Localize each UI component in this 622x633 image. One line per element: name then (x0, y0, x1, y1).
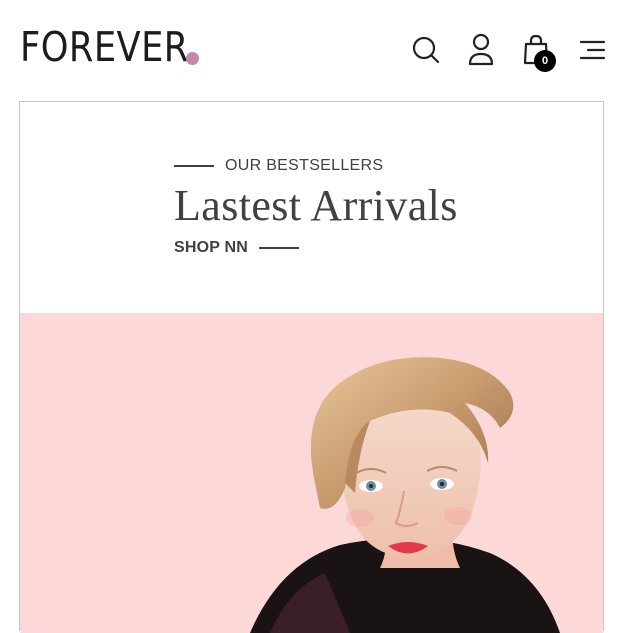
hero-title: Lastest Arrivals (174, 181, 458, 230)
menu-button[interactable] (576, 32, 608, 68)
hero-image (20, 313, 603, 633)
hero-eyebrow: OUR BESTSELLERS (225, 157, 384, 174)
eyebrow-divider (174, 165, 214, 167)
search-button[interactable] (410, 32, 442, 68)
user-icon (468, 33, 494, 66)
eyebrow-row: OUR BESTSELLERS (174, 156, 494, 176)
site-header: FOREVER 0 (0, 0, 622, 100)
account-button[interactable] (465, 32, 497, 68)
hero-banner: OUR BESTSELLERS Lastest Arrivals SHOP NN (19, 101, 604, 633)
menu-icon (579, 40, 606, 60)
cta-divider (259, 247, 300, 249)
hero-text: OUR BESTSELLERS Lastest Arrivals SHOP NN (174, 156, 494, 260)
cart-count-badge: 0 (534, 50, 556, 72)
search-icon (412, 36, 440, 64)
brand-name: FOREVER (20, 23, 189, 71)
model-portrait (250, 357, 560, 633)
brand-dot (186, 52, 199, 65)
shop-now-label: SHOP NN (174, 239, 249, 256)
shop-now-link[interactable]: SHOP NN (174, 236, 494, 260)
